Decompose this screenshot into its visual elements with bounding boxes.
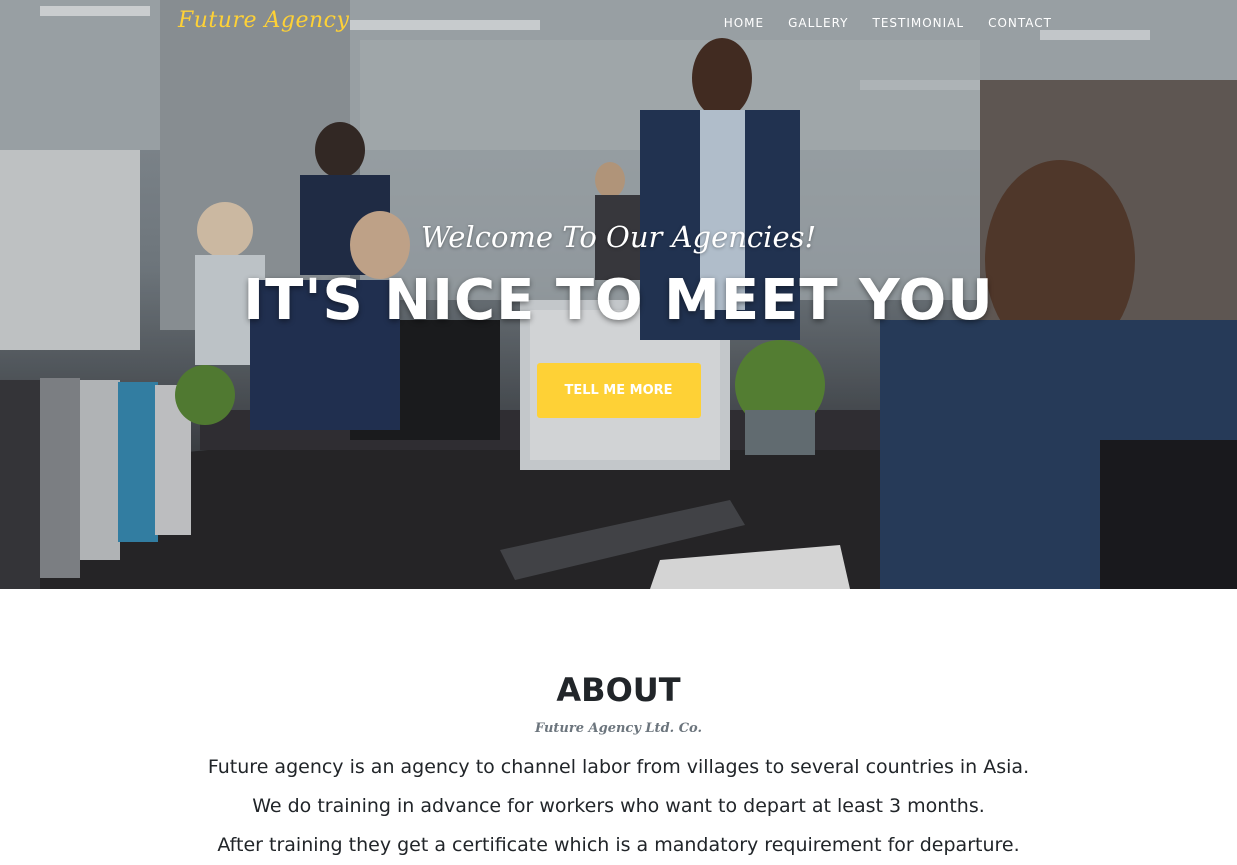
brand-logo[interactable]: Future Agency bbox=[178, 8, 349, 33]
about-section: ABOUT Future Agency Ltd. Co. Future agen… bbox=[0, 589, 1237, 856]
nav-link-contact[interactable]: CONTACT bbox=[988, 16, 1052, 30]
about-title: ABOUT bbox=[556, 671, 681, 709]
nav-link-home[interactable]: HOME bbox=[724, 16, 764, 30]
about-body: Future agency is an agency to channel la… bbox=[0, 748, 1237, 865]
nav-menu: HOME GALLERY TESTIMONIAL CONTACT bbox=[724, 16, 1052, 30]
navbar: Future Agency HOME GALLERY TESTIMONIAL C… bbox=[0, 0, 1237, 50]
about-paragraph: We do training in advance for workers wh… bbox=[252, 795, 985, 817]
hero-section: Future Agency HOME GALLERY TESTIMONIAL C… bbox=[0, 0, 1237, 589]
hero-text: Welcome To Our Agencies! IT'S NICE TO ME… bbox=[0, 220, 1237, 418]
nav-link-testimonial[interactable]: TESTIMONIAL bbox=[872, 16, 964, 30]
about-subtitle: Future Agency Ltd. Co. bbox=[534, 721, 703, 736]
hero-heading: IT'S NICE TO MEET YOU bbox=[243, 268, 994, 333]
about-paragraph: Future agency is an agency to channel la… bbox=[207, 756, 1030, 778]
nav-link-gallery[interactable]: GALLERY bbox=[788, 16, 848, 30]
tell-me-more-button[interactable]: TELL ME MORE bbox=[536, 363, 701, 418]
hero-lead-in: Welcome To Our Agencies! bbox=[420, 220, 817, 254]
